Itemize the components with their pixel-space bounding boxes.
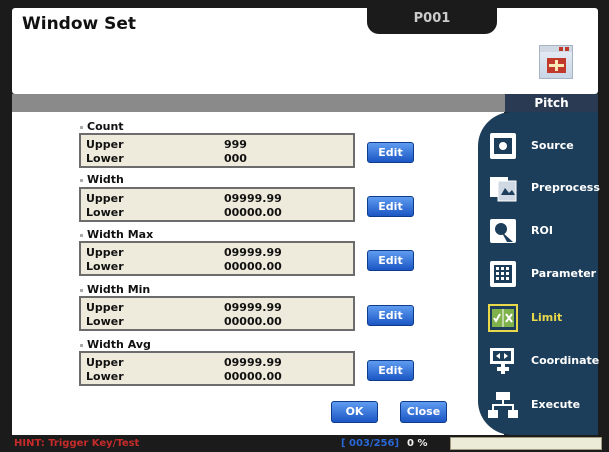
source-icon	[490, 133, 516, 159]
progress-bar	[450, 437, 602, 450]
group-label-width-min: Width Min	[80, 283, 150, 296]
limit-icon	[488, 304, 518, 332]
sidebar-item-label: Source	[531, 139, 574, 152]
width-range-box: Upper Lower 09999.99 00000.00	[79, 187, 355, 222]
width-max-range-box: Upper Lower 09999.99 00000.00	[79, 241, 355, 276]
preprocess-icon	[490, 177, 517, 202]
width-max-upper-value: 09999.99	[224, 246, 282, 259]
sidebar-item-coordinate[interactable]: Coordinate	[487, 346, 607, 378]
sidebar-item-label: Execute	[531, 398, 581, 411]
lower-label: Lower	[86, 370, 124, 383]
program-tab[interactable]: P001	[367, 8, 497, 34]
width-avg-range-box: Upper Lower 09999.99 00000.00	[79, 351, 355, 386]
tab-pitch[interactable]: Pitch	[505, 94, 598, 112]
width-max-lower-value: 00000.00	[224, 260, 282, 273]
count-lower-value: 000	[224, 152, 247, 165]
sidebar-item-label: Coordinate	[531, 354, 600, 367]
width-avg-edit-button[interactable]: Edit	[367, 360, 414, 381]
coordinate-icon	[490, 348, 514, 374]
group-label-width-avg: Width Avg	[80, 338, 151, 351]
count-upper-value: 999	[224, 138, 247, 151]
sidebar-item-parameter[interactable]: Parameter	[487, 259, 607, 291]
roi-icon	[490, 219, 516, 243]
sidebar-item-label: ROI	[531, 224, 553, 237]
upper-label: Upper	[86, 192, 124, 205]
sidebar-item-source[interactable]: Source	[487, 131, 607, 163]
upper-label: Upper	[86, 356, 124, 369]
title-bar: Window Set P001	[12, 8, 598, 94]
lower-label: Lower	[86, 315, 124, 328]
lower-label: Lower	[86, 206, 124, 219]
execute-icon	[488, 392, 518, 418]
lower-label: Lower	[86, 260, 124, 273]
window-settings-icon[interactable]	[539, 45, 573, 79]
upper-label: Upper	[86, 301, 124, 314]
parameter-icon	[490, 261, 516, 287]
lower-label: Lower	[86, 152, 124, 165]
width-max-edit-button[interactable]: Edit	[367, 250, 414, 271]
count-edit-button[interactable]: Edit	[367, 142, 414, 163]
upper-label: Upper	[86, 246, 124, 259]
sidebar-item-label: Parameter	[531, 267, 597, 280]
width-upper-value: 09999.99	[224, 192, 282, 205]
sidebar-item-preprocess[interactable]: Preprocess	[487, 173, 607, 205]
image-counter: [ 003/256]	[341, 438, 400, 449]
hint-text: HINT: Trigger Key/Test	[14, 438, 140, 449]
window-title: Window Set	[22, 14, 137, 34]
group-label-width: Width	[80, 173, 124, 186]
width-min-range-box: Upper Lower 09999.99 00000.00	[79, 296, 355, 331]
group-label-width-max: Width Max	[80, 228, 153, 241]
count-range-box: Upper Lower 999 000	[79, 133, 355, 168]
sidebar-item-label: Preprocess	[531, 181, 600, 194]
width-min-edit-button[interactable]: Edit	[367, 305, 414, 326]
width-min-upper-value: 09999.99	[224, 301, 282, 314]
app-window: Window Set P001 Pitch Count Upper Lower …	[0, 0, 609, 452]
width-lower-value: 00000.00	[224, 206, 282, 219]
sidebar-item-label: Limit	[531, 311, 563, 324]
progress-percent: 0 %	[407, 438, 428, 449]
width-avg-upper-value: 09999.99	[224, 356, 282, 369]
width-avg-lower-value: 00000.00	[224, 370, 282, 383]
group-label-count: Count	[80, 120, 124, 133]
ok-button[interactable]: OK	[331, 401, 378, 423]
width-edit-button[interactable]: Edit	[367, 196, 414, 217]
sidebar-item-limit[interactable]: Limit	[487, 303, 607, 335]
sidebar-item-execute[interactable]: Execute	[487, 390, 607, 422]
width-min-lower-value: 00000.00	[224, 315, 282, 328]
upper-label: Upper	[86, 138, 124, 151]
close-button[interactable]: Close	[400, 401, 447, 423]
sidebar-item-roi[interactable]: ROI	[487, 216, 607, 248]
